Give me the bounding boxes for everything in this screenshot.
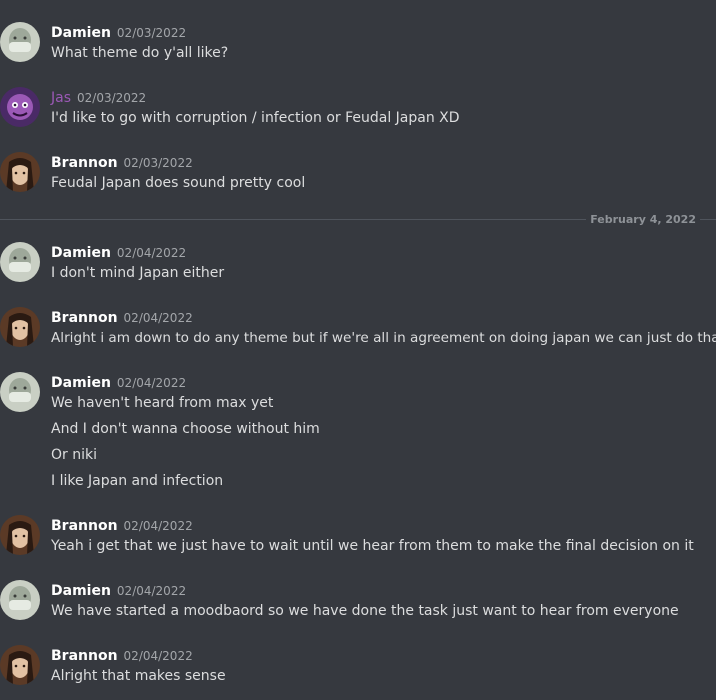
timestamp[interactable]: 02/03/2022 <box>117 26 186 40</box>
message-text: We haven't heard from max yet <box>51 395 274 411</box>
message-text: We have started a moodbaord so we have d… <box>51 603 679 619</box>
message-text: I'd like to go with corruption / infecti… <box>51 110 460 126</box>
timestamp[interactable]: 02/04/2022 <box>117 376 186 390</box>
message-header: Brannon 02/04/2022 <box>51 307 193 327</box>
username[interactable]: Jas <box>51 90 71 106</box>
message-text: Alright that makes sense <box>51 668 226 684</box>
avatar-damien[interactable] <box>0 372 40 412</box>
message-text: I don't mind Japan either <box>51 265 225 281</box>
chat-log: Damien 02/03/2022 What theme do y'all lik… <box>0 0 716 700</box>
message-text: I like Japan and infection <box>51 473 224 489</box>
username[interactable]: Damien <box>51 583 111 599</box>
timestamp[interactable]: 02/04/2022 <box>117 584 186 598</box>
message-text: Yeah i get that we just have to wait unt… <box>51 538 694 554</box>
timestamp[interactable]: 02/03/2022 <box>77 91 146 105</box>
timestamp[interactable]: 02/04/2022 <box>124 649 193 663</box>
avatar-brannon[interactable] <box>0 515 40 555</box>
timestamp[interactable]: 02/04/2022 <box>124 311 193 325</box>
avatar-damien[interactable] <box>0 22 40 62</box>
message-header: Brannon 02/04/2022 <box>51 515 193 535</box>
date-divider-label: February 4, 2022 <box>586 213 700 226</box>
message-header: Damien 02/04/2022 <box>51 242 186 262</box>
avatar-brannon[interactable] <box>0 152 40 192</box>
username[interactable]: Brannon <box>51 310 118 326</box>
timestamp[interactable]: 02/03/2022 <box>124 156 193 170</box>
timestamp[interactable]: 02/04/2022 <box>124 519 193 533</box>
username[interactable]: Damien <box>51 375 111 391</box>
message-header: Damien 02/04/2022 <box>51 580 186 600</box>
avatar-brannon[interactable] <box>0 307 40 347</box>
username[interactable]: Damien <box>51 245 111 261</box>
message-header: Brannon 02/04/2022 <box>51 645 193 665</box>
username[interactable]: Brannon <box>51 155 118 171</box>
message-text: And I don't wanna choose without him <box>51 421 320 437</box>
username[interactable]: Brannon <box>51 648 118 664</box>
message-text: Feudal Japan does sound pretty cool <box>51 175 306 191</box>
username[interactable]: Brannon <box>51 518 118 534</box>
username[interactable]: Damien <box>51 25 111 41</box>
message-header: Jas 02/03/2022 <box>51 87 146 107</box>
timestamp[interactable]: 02/04/2022 <box>117 246 186 260</box>
message-text: Or niki <box>51 447 97 463</box>
message-header: Brannon 02/03/2022 <box>51 152 193 172</box>
message-header: Damien 02/04/2022 <box>51 372 186 392</box>
message-text: What theme do y'all like? <box>51 45 229 61</box>
message-header: Damien 02/03/2022 <box>51 22 186 42</box>
avatar-damien[interactable] <box>0 580 40 620</box>
message-text: Alright i am down to do any theme but if… <box>51 330 716 346</box>
avatar-damien[interactable] <box>0 242 40 282</box>
avatar-jas[interactable] <box>0 87 40 127</box>
avatar-brannon[interactable] <box>0 645 40 685</box>
